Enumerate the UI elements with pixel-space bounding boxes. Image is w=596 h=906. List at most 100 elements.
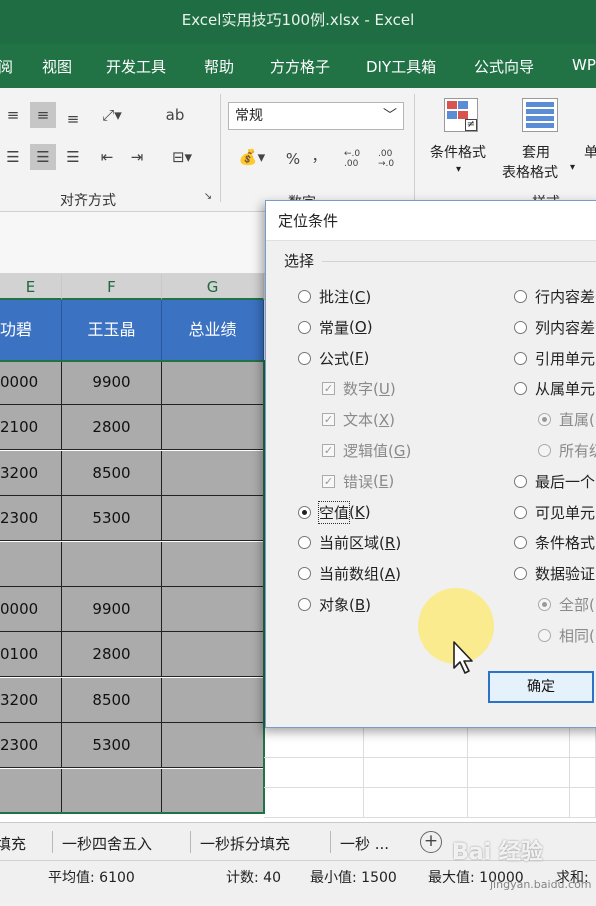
empty-cell[interactable]	[468, 728, 570, 758]
tab-help[interactable]: 帮助	[204, 56, 234, 77]
option-r-6[interactable]: 最后一个	[514, 471, 595, 492]
option-r-3[interactable]: 从属单元	[514, 378, 595, 399]
empty-cell[interactable]	[364, 728, 468, 758]
ok-button[interactable]: 确定	[488, 671, 594, 703]
radio-icon[interactable]	[514, 505, 527, 519]
wrap-text-icon[interactable]: ab	[162, 102, 188, 128]
option-r-2[interactable]: 引用单元	[514, 348, 595, 369]
align-left-icon[interactable]: ☰	[0, 144, 26, 170]
table-cell[interactable]: 5300	[62, 496, 162, 542]
table-cell[interactable]	[162, 450, 264, 496]
table-cell[interactable]: 2100	[0, 405, 62, 451]
header-cell[interactable]: 功碧	[0, 300, 62, 360]
radio-icon[interactable]	[514, 290, 527, 303]
radio-icon[interactable]	[514, 567, 527, 581]
radio-icon[interactable]	[514, 320, 527, 334]
table-cell[interactable]: 2800	[62, 632, 162, 678]
column-header-g[interactable]: G	[162, 274, 264, 300]
table-cell[interactable]: 0000	[0, 360, 62, 405]
empty-cell[interactable]	[468, 788, 570, 818]
option-l-1[interactable]: 常量(O)	[298, 317, 373, 338]
radio-icon[interactable]	[298, 536, 311, 550]
empty-cell[interactable]	[264, 788, 364, 818]
table-cell[interactable]	[162, 632, 264, 678]
radio-icon[interactable]	[514, 382, 527, 396]
format-as-table-label-2[interactable]: 表格格式	[502, 162, 558, 182]
table-cell[interactable]: 0000	[0, 587, 62, 632]
table-cell[interactable]	[162, 360, 264, 405]
align-center-icon[interactable]: ☰	[30, 144, 56, 170]
table-cell[interactable]	[162, 768, 264, 814]
table-cell[interactable]: 2300	[0, 723, 62, 769]
table-cell[interactable]: 9900	[62, 587, 162, 632]
sheet-tab[interactable]: 一秒拆分填充	[200, 833, 290, 854]
align-bottom-icon[interactable]: ≡	[60, 106, 86, 132]
header-cell[interactable]: 总业绩	[162, 300, 264, 360]
align-right-icon[interactable]: ☰	[60, 144, 86, 170]
alignment-dialog-launcher-icon[interactable]: ↘	[200, 188, 216, 204]
increase-decimal-button[interactable]: ←.0 .00	[344, 146, 374, 172]
sheet-tab[interactable]: 一秒四舍五入	[62, 833, 152, 854]
table-cell[interactable]	[62, 768, 162, 814]
radio-icon[interactable]	[298, 598, 311, 611]
table-cell[interactable]	[0, 541, 62, 587]
format-as-table-label-1[interactable]: 套用	[522, 142, 550, 162]
table-cell[interactable]	[162, 541, 264, 587]
empty-cell[interactable]	[570, 758, 596, 788]
column-header-f[interactable]: F	[62, 274, 162, 300]
sheet-tab[interactable]: 填充	[0, 833, 26, 854]
orientation-icon[interactable]: ⤢▾	[94, 102, 130, 128]
radio-icon[interactable]	[298, 320, 311, 334]
align-middle-icon[interactable]: ≡	[30, 102, 56, 128]
option-r-8[interactable]: 条件格式	[514, 532, 595, 553]
conditional-format-label[interactable]: 条件格式	[430, 142, 486, 162]
radio-icon[interactable]	[298, 351, 311, 365]
table-cell[interactable]: 8500	[62, 450, 162, 496]
table-cell[interactable]: 3200	[0, 677, 62, 723]
align-top-icon[interactable]: ≡	[0, 102, 26, 128]
decrease-indent-icon[interactable]: ⇤	[94, 144, 120, 170]
empty-cell[interactable]	[364, 758, 468, 788]
header-cell[interactable]: 王玉晶	[62, 300, 162, 360]
chevron-down-icon[interactable]: ▾	[570, 162, 575, 173]
option-l-10[interactable]: 对象(B)	[298, 594, 371, 615]
table-cell[interactable]: 0100	[0, 632, 62, 678]
add-sheet-icon[interactable]: +	[420, 831, 442, 853]
tab-formula-wizard[interactable]: 公式向导	[474, 56, 534, 77]
table-cell[interactable]	[162, 677, 264, 723]
empty-cell[interactable]	[570, 728, 596, 758]
empty-cell[interactable]	[468, 758, 570, 788]
option-l-8[interactable]: 当前区域(R)	[298, 532, 401, 553]
table-cell[interactable]	[162, 405, 264, 451]
conditional-format-icon[interactable]: ≠	[444, 98, 478, 132]
tab-developer[interactable]: 开发工具	[106, 56, 166, 77]
radio-icon[interactable]	[298, 290, 311, 303]
empty-cell[interactable]	[264, 758, 364, 788]
option-r-9[interactable]: 数据验证	[514, 563, 595, 584]
tab-view[interactable]: 视图	[42, 56, 72, 77]
table-cell[interactable]	[162, 587, 264, 632]
table-cell[interactable]	[0, 768, 62, 814]
option-r-7[interactable]: 可见单元	[514, 502, 595, 523]
table-cell[interactable]: 9900	[62, 360, 162, 405]
table-cell[interactable]	[62, 541, 162, 587]
option-l-7[interactable]: 空值(K)	[298, 500, 371, 524]
radio-icon[interactable]	[514, 351, 527, 365]
table-cell[interactable]: 5300	[62, 723, 162, 769]
decrease-decimal-button[interactable]: .00 →.0	[378, 146, 408, 172]
percent-button[interactable]: %	[280, 146, 306, 172]
option-r-0[interactable]: 行内容差	[514, 286, 595, 307]
tab-fangfang[interactable]: 方方格子	[270, 56, 330, 77]
chevron-down-icon[interactable]: ▾	[456, 164, 461, 175]
table-cell[interactable]: 8500	[62, 677, 162, 723]
comma-style-button[interactable]: ，	[306, 142, 332, 168]
tab-wps[interactable]: WP	[572, 56, 596, 74]
format-as-table-icon[interactable]	[522, 98, 558, 132]
empty-cell[interactable]	[264, 728, 364, 758]
increase-indent-icon[interactable]: ⇥	[124, 144, 150, 170]
merge-center-icon[interactable]: ⊟▾	[162, 144, 202, 170]
table-cell[interactable]: 3200	[0, 450, 62, 496]
option-l-9[interactable]: 当前数组(A)	[298, 563, 401, 584]
number-format-select[interactable]: 常规 ﹀	[228, 102, 404, 130]
table-cell[interactable]	[162, 496, 264, 542]
